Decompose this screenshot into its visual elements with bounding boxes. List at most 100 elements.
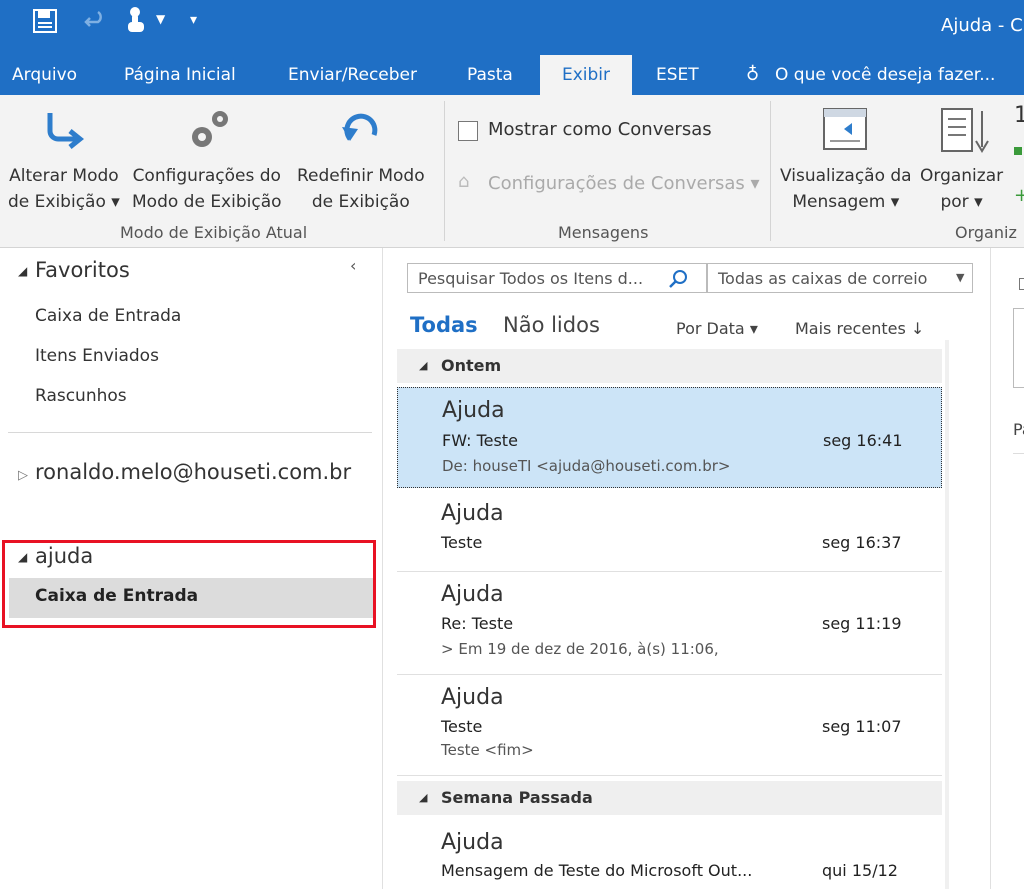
- qat-dropdown-icon[interactable]: ▼: [156, 12, 165, 26]
- tab-enviar-receber[interactable]: Enviar/Receber: [288, 55, 417, 95]
- conversation-settings-button: Configurações de Conversas ▾: [488, 173, 760, 194]
- message-subject: FW: Teste: [442, 431, 518, 450]
- change-view-label-2: de Exibição ▾: [8, 192, 120, 212]
- expanded-triangle-icon[interactable]: ◢: [18, 550, 27, 564]
- arrange-by-label-2: por ▾: [940, 192, 983, 212]
- ajuda-inbox[interactable]: Caixa de Entrada: [35, 586, 198, 606]
- lightbulb-icon: ♁: [746, 64, 760, 85]
- group-label-messages: Mensagens: [558, 223, 649, 242]
- tab-pasta[interactable]: Pasta: [467, 55, 513, 95]
- arrange-by-icon: [941, 108, 989, 153]
- message-item[interactable]: Ajuda Mensagem de Teste do Microsoft Out…: [397, 816, 942, 889]
- filter-all[interactable]: Todas: [410, 313, 478, 337]
- message-preview: De: houseTI <ajuda@houseti.com.br>: [442, 457, 731, 475]
- chevron-down-icon: ▼: [956, 271, 965, 284]
- message-subject: Teste: [441, 717, 483, 736]
- view-settings-button[interactable]: Configurações do Modo de Exibição: [132, 163, 282, 215]
- message-time: seg 11:19: [822, 614, 902, 633]
- search-scope-value: Todas as caixas de correio: [718, 269, 928, 288]
- message-time: seg 16:37: [822, 533, 902, 552]
- message-preview-label-1: Visualização da: [780, 166, 912, 186]
- ribbon-partial-number: 1: [1014, 103, 1024, 128]
- message-time: seg 11:07: [822, 717, 902, 736]
- message-sender: Ajuda: [441, 501, 504, 526]
- search-scope-dropdown[interactable]: Todas as caixas de correio ▼: [707, 263, 973, 293]
- sort-order[interactable]: Mais recentes ↓: [795, 319, 924, 338]
- reset-view-button[interactable]: Redefinir Modo de Exibição: [297, 163, 425, 215]
- expanded-triangle-icon: ◢: [419, 359, 428, 372]
- touch-mode-icon[interactable]: [124, 6, 150, 36]
- sort-by-date[interactable]: Por Data ▾: [676, 319, 758, 338]
- collapse-pane-icon[interactable]: ‹: [350, 256, 356, 275]
- collapsed-triangle-icon[interactable]: ▷: [18, 468, 28, 483]
- expanded-triangle-icon[interactable]: ◢: [18, 264, 27, 278]
- reading-pane-box: [1013, 308, 1024, 388]
- show-conversations-label: Mostrar como Conversas: [488, 119, 712, 140]
- title-bar: ▼ ▾ Ajuda - C: [0, 0, 1024, 55]
- favorites-header[interactable]: Favoritos: [35, 258, 130, 282]
- arrange-by-button[interactable]: Organizar por ▾: [920, 163, 1003, 215]
- change-view-button[interactable]: Alterar Modo de Exibição ▾: [8, 163, 120, 215]
- reading-pane: Pa: [990, 248, 1024, 889]
- tab-pagina-inicial[interactable]: Página Inicial: [124, 55, 236, 95]
- customize-qat-icon[interactable]: ▾: [190, 12, 197, 28]
- search-input[interactable]: Pesquisar Todos os Itens d...: [418, 269, 643, 288]
- tab-arquivo[interactable]: Arquivo: [12, 55, 77, 95]
- message-sender: Ajuda: [441, 685, 504, 710]
- message-subject: Re: Teste: [441, 614, 514, 633]
- add-column-icon: [1014, 147, 1022, 155]
- window-title: Ajuda - C: [941, 15, 1023, 36]
- message-item-selected[interactable]: Ajuda FW: Teste seg 16:41 De: houseTI <a…: [397, 387, 942, 488]
- message-subject: Mensagem de Teste do Microsoft Out...: [441, 861, 753, 880]
- message-sender: Ajuda: [441, 582, 504, 607]
- save-icon[interactable]: [32, 8, 58, 34]
- message-preview-icon: [823, 108, 867, 150]
- folder-pane: ◢ Favoritos ‹ Caixa de Entrada Itens Env…: [0, 248, 383, 889]
- favorite-drafts[interactable]: Rascunhos: [35, 386, 127, 406]
- message-item[interactable]: Ajuda Teste seg 11:07 Teste <fim>: [397, 675, 942, 776]
- ribbon: Alterar Modo de Exibição ▾ Configurações…: [0, 95, 1024, 248]
- view-settings-label-2: Modo de Exibição: [132, 192, 282, 212]
- filter-unread[interactable]: Não lidos: [503, 313, 600, 337]
- message-sender: Ajuda: [442, 398, 505, 423]
- plus-icon: +: [1014, 185, 1024, 206]
- gears-icon: [192, 111, 228, 147]
- reset-view-label-1: Redefinir Modo: [297, 166, 425, 186]
- message-preview-button[interactable]: Visualização da Mensagem ▾: [780, 163, 912, 215]
- message-preview-label-2: Mensagem ▾: [792, 192, 900, 212]
- message-subject: Teste: [441, 533, 483, 552]
- reset-view-label-2: de Exibição: [311, 192, 410, 212]
- reset-view-icon: [342, 113, 378, 141]
- message-preview: > Em 19 de dez de 2016, à(s) 11:06,: [441, 640, 719, 658]
- undo-icon[interactable]: [84, 10, 108, 32]
- favorite-inbox[interactable]: Caixa de Entrada: [35, 306, 181, 326]
- arrange-by-label-1: Organizar: [920, 166, 1004, 186]
- tab-eset[interactable]: ESET: [656, 55, 699, 95]
- favorite-sent-items[interactable]: Itens Enviados: [35, 346, 159, 366]
- view-settings-label-1: Configurações do: [132, 166, 281, 186]
- reading-pane-icon: [1019, 278, 1024, 290]
- group-header-last-week[interactable]: ◢ Semana Passada: [397, 781, 942, 815]
- group-label-current-view: Modo de Exibição Atual: [120, 223, 308, 242]
- search-box[interactable]: Pesquisar Todos os Itens d...: [407, 263, 707, 293]
- message-item[interactable]: Ajuda Re: Teste seg 11:19 > Em 19 de dez…: [397, 572, 942, 675]
- message-sender: Ajuda: [441, 830, 504, 855]
- message-time: seg 16:41: [823, 431, 903, 450]
- message-list-scrollbar[interactable]: [945, 340, 949, 889]
- message-time: qui 15/12: [822, 861, 898, 880]
- account-ronaldo[interactable]: ronaldo.melo@houseti.com.br: [35, 460, 351, 484]
- group-label-arrangement: Organiz: [955, 223, 1017, 242]
- reading-pane-partial-text: Pa: [1013, 420, 1024, 439]
- divider: [8, 432, 372, 433]
- search-icon[interactable]: [668, 269, 688, 289]
- ribbon-separator: [444, 101, 445, 241]
- expanded-triangle-icon: ◢: [419, 791, 428, 804]
- ribbon-tab-bar: Arquivo Página Inicial Enviar/Receber Pa…: [0, 55, 1024, 96]
- tell-me-search[interactable]: O que você deseja fazer...: [775, 55, 995, 95]
- change-view-label-1: Alterar Modo: [9, 166, 119, 186]
- message-item[interactable]: Ajuda Teste seg 16:37: [397, 489, 942, 572]
- account-ajuda[interactable]: ajuda: [35, 544, 93, 568]
- tab-exibir[interactable]: Exibir: [540, 55, 632, 96]
- show-conversations-checkbox[interactable]: [458, 121, 478, 141]
- group-header-yesterday[interactable]: ◢ Ontem: [397, 349, 942, 383]
